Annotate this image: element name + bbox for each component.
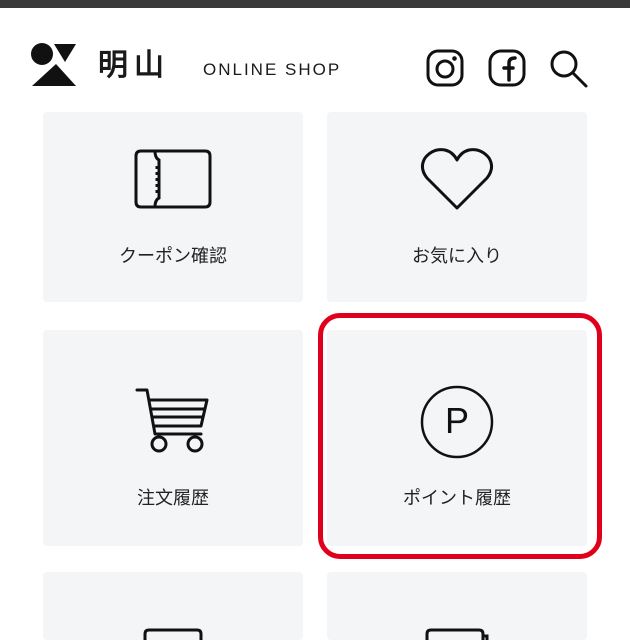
delivery-icon	[425, 628, 489, 640]
tile-favorites[interactable]: お気に入り	[327, 112, 587, 302]
tile-row3-left[interactable]	[43, 572, 303, 640]
tile-label: お気に入り	[412, 246, 502, 267]
card-icon	[143, 628, 203, 640]
instagram-icon[interactable]	[425, 48, 465, 88]
brand-name[interactable]: 明山	[98, 48, 170, 84]
facebook-icon[interactable]	[487, 48, 527, 88]
ticket-icon	[134, 149, 212, 209]
search-icon[interactable]	[548, 48, 588, 88]
highlight-frame	[318, 313, 602, 559]
cart-icon	[135, 388, 209, 453]
status-bar	[0, 0, 630, 8]
tile-label: 注文履歴	[137, 488, 209, 509]
brand-logo-icon[interactable]	[30, 42, 78, 88]
tile-order-history[interactable]: 注文履歴	[43, 330, 303, 546]
brand-subtitle[interactable]: ONLINE SHOP	[203, 60, 341, 80]
tile-coupon[interactable]: クーポン確認	[43, 112, 303, 302]
tile-row3-right[interactable]	[327, 572, 587, 640]
site-header: 明山 ONLINE SHOP	[0, 8, 630, 108]
heart-icon	[420, 148, 494, 210]
tile-label: クーポン確認	[119, 246, 227, 267]
